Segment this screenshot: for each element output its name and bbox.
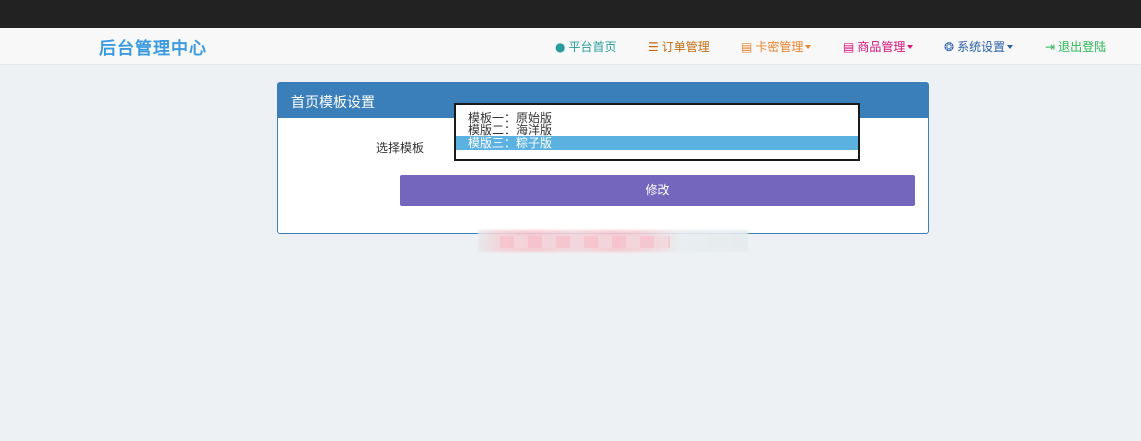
chevron-down-icon <box>1007 44 1014 49</box>
nav-item-products[interactable]: ▤ 商品管理 <box>843 28 914 65</box>
template-option-selected[interactable]: 模版三：粽子版 <box>456 136 858 150</box>
list-icon: ☰ <box>648 39 659 54</box>
nav-item-home[interactable]: ● 平台首页 <box>555 28 617 65</box>
book-icon: ▤ <box>741 39 753 54</box>
user-icon: ● <box>555 39 566 54</box>
navbar: 后台管理中心 ● 平台首页 ☰ 订单管理 ▤ 卡密管理 ▤ 商品管理 ❂ 系统设… <box>0 28 1141 65</box>
nav-label: 退出登陆 <box>1058 40 1107 54</box>
logout-icon: ⇥ <box>1045 39 1056 54</box>
blurred-text <box>500 236 670 248</box>
nav-label: 平台首页 <box>568 40 617 54</box>
book-icon: ▤ <box>843 39 855 54</box>
nav-label: 系统设置 <box>957 40 1006 54</box>
submit-button[interactable]: 修改 <box>400 175 915 206</box>
template-option[interactable]: 模版二：海洋版 <box>456 124 858 136</box>
nav-item-logout[interactable]: ⇥ 退出登陆 <box>1045 28 1106 65</box>
gear-icon: ❂ <box>944 39 955 54</box>
template-select[interactable]: 模板一：原始版 模版二：海洋版 模版三：粽子版 <box>454 103 860 161</box>
browser-top-bar <box>0 0 1141 28</box>
brand-title[interactable]: 后台管理中心 <box>99 34 207 59</box>
chevron-down-icon <box>805 44 812 49</box>
nav-label: 订单管理 <box>661 40 710 54</box>
nav-item-settings[interactable]: ❂ 系统设置 <box>944 28 1014 65</box>
nav-label: 卡密管理 <box>755 40 804 54</box>
nav-label: 商品管理 <box>857 40 906 54</box>
chevron-down-icon <box>907 44 914 49</box>
template-select-label: 选择模板 <box>376 141 425 155</box>
nav-item-orders[interactable]: ☰ 订单管理 <box>648 28 710 65</box>
nav-item-cards[interactable]: ▤ 卡密管理 <box>741 28 812 65</box>
